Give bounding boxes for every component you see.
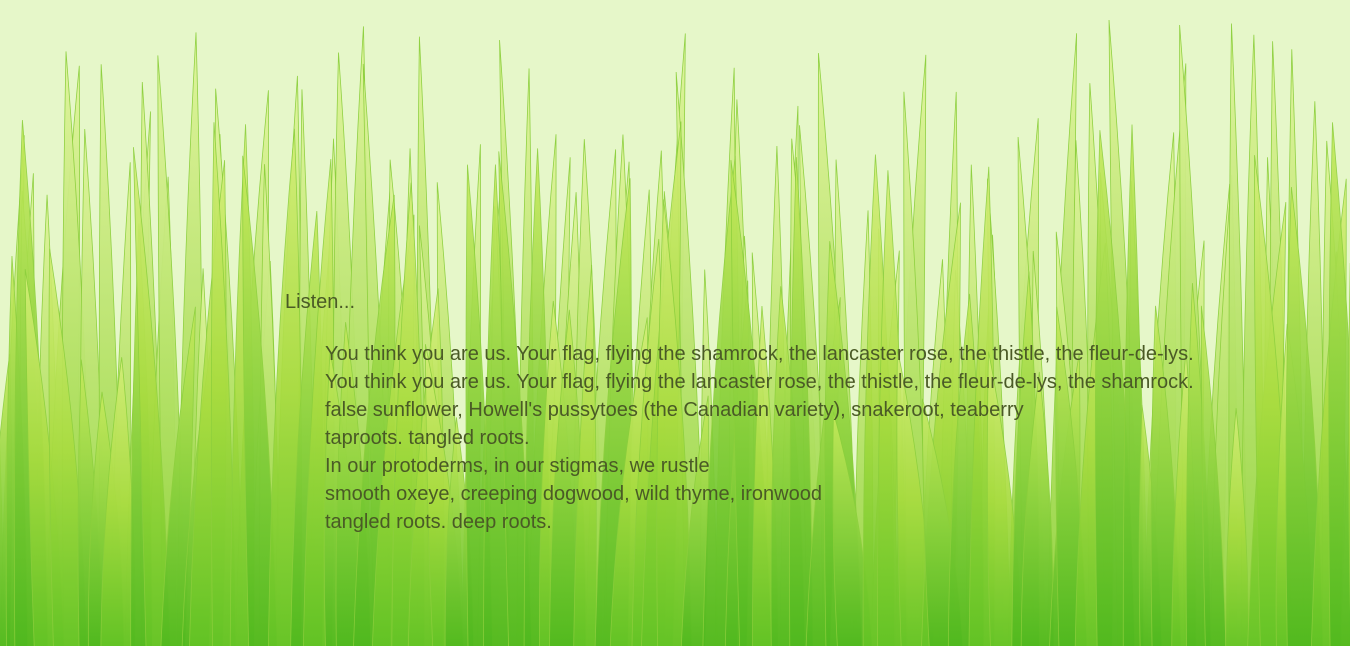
poem-line: smooth oxeye, creeping dogwood, wild thy… (325, 483, 822, 505)
poem-intro: Listen... (285, 291, 356, 313)
poem-lines: You think you are us. Your flag, flying … (325, 340, 1345, 536)
poem-line: In our protoderms, in our stigmas, we ru… (325, 455, 710, 477)
poem-line: tangled roots. deep roots. (325, 511, 552, 533)
poem: Listen... You think you are us. Your fla… (285, 288, 1345, 536)
poem-line: taproots. tangled roots. (325, 427, 530, 449)
poem-line: false sunflower, Howell's pussytoes (the… (325, 399, 1024, 421)
poem-line: You think you are us. Your flag, flying … (325, 371, 1194, 393)
poem-line: You think you are us. Your flag, flying … (325, 343, 1194, 365)
